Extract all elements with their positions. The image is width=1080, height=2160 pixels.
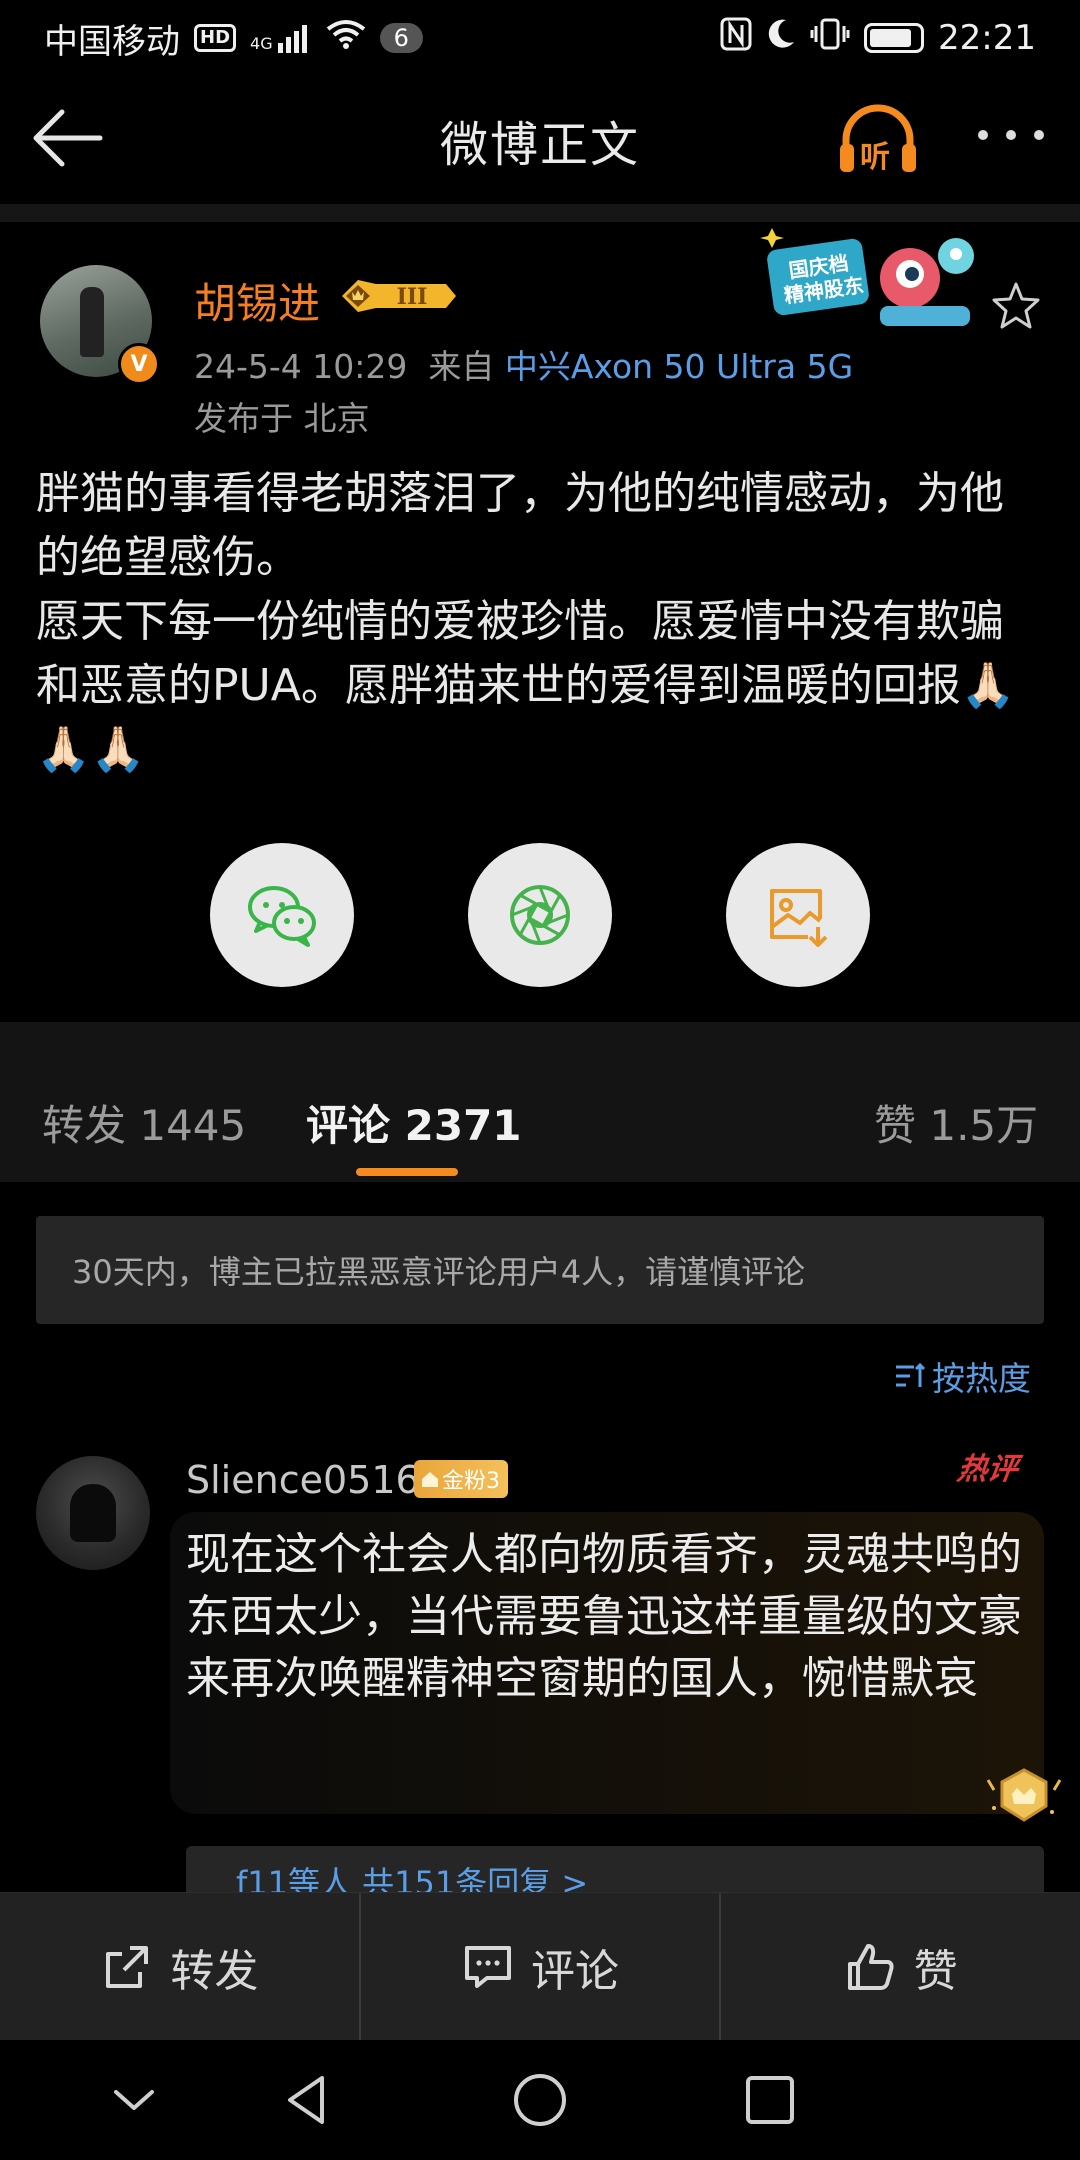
gold-crown-badge-icon [986,1768,1062,1822]
house-icon [422,1472,438,1487]
listen-label: 听 [860,140,890,175]
tab-likes[interactable]: 赞 1.5万 [874,1092,1038,1153]
dot-icon [978,130,988,140]
divider [0,204,1080,222]
interaction-tabs: 转发 1445 评论 2371 赞 1.5万 [0,1044,1080,1182]
fan-level-badge[interactable]: 金粉3 [414,1460,508,1498]
battery-icon [864,23,925,53]
dot-icon [1034,130,1044,140]
listen-button[interactable]: 听 [838,102,918,178]
divider [0,1022,1080,1044]
post-content: 胖猫的事看得老胡落泪了，为他的纯情感动，为他的绝望感伤。 愿天下每一份纯情的爱被… [36,462,1046,782]
fan-badge-label: 金粉3 [442,1469,500,1494]
collapse-chevron-icon[interactable] [104,2070,164,2130]
comment-text[interactable]: 现在这个社会人都向物质看齐，灵魂共鸣的东西太少，当代需要鲁迅这样重量级的文豪来再… [186,1524,1026,1710]
thumbs-up-icon [847,1943,894,1990]
battery-fill [870,29,911,47]
device-link[interactable]: 中兴Axon 50 Ultra 5G [505,347,853,386]
author-name[interactable]: 胡锡进 [194,270,320,331]
repost-button[interactable]: 转发 [0,1893,361,2040]
active-tab-indicator [356,1168,458,1176]
comment-icon [465,1945,511,1988]
vibrate-icon [810,17,850,60]
from-prefix: 来自 [428,347,495,386]
carrier-label: 中国移动 [44,21,180,62]
recents-square-icon[interactable] [740,2070,800,2130]
notification-count-badge: 6 [379,23,423,53]
save-image-button[interactable] [726,843,870,987]
comment-button[interactable]: 评论 [361,1893,722,2040]
sort-icon [896,1362,926,1387]
blocked-users-notice: 30天内，博主已拉黑恶意评论用户4人，请谨慎评论 [36,1216,1044,1324]
wechat-icon [248,886,316,947]
wifi-icon [326,18,366,59]
tab-reposts[interactable]: 转发 1445 [42,1092,246,1153]
member-level-badge[interactable]: III [338,276,458,316]
dot-icon [1006,130,1016,140]
moments-icon [510,885,570,945]
nfc-icon [720,17,752,60]
bottom-action-bar: 转发 评论 赞 [0,1892,1080,2040]
clock: 22:21 [938,18,1036,58]
hd-badge: HD [194,24,237,52]
like-label: 赞 [913,1945,958,1997]
tab-comments[interactable]: 评论 2371 [306,1092,522,1153]
sort-label: 按热度 [932,1359,1031,1398]
commenter-avatar[interactable] [36,1456,150,1570]
share-moments-button[interactable] [468,843,612,987]
post-paragraph: 愿天下每一份纯情的爱被珍惜。愿爱情中没有欺骗和恶意的PUA。愿胖猫来世的爱得到温… [36,596,1016,775]
status-bar: 中国移动 HD 4G 6 22:21 [0,0,1080,76]
repost-icon [106,1945,149,1988]
moon-icon [766,18,796,59]
like-button[interactable]: 赞 [721,1893,1080,2040]
post-paragraph: 胖猫的事看得老胡落泪了，为他的纯情感动，为他的绝望感伤。 [36,468,1004,583]
festival-sticker-decoration: 国庆档 精神股东 [760,228,974,326]
signal-icon: 4G [250,23,312,53]
post-location: 发布于 北京 [194,399,370,438]
post-meta: 24-5-4 10:29 来自 中兴Axon 50 Ultra 5G [194,340,853,388]
repost-label: 转发 [170,1945,259,1997]
share-wechat-button[interactable] [210,843,354,987]
commenter-name[interactable]: Slience0516 [186,1458,420,1502]
sort-by-popularity-button[interactable]: 按热度 [894,1352,1031,1400]
save-image-icon [770,889,828,947]
back-arrow-icon[interactable] [28,106,104,170]
level-badge-text: III [397,284,428,310]
home-circle-icon[interactable] [510,2070,570,2130]
back-triangle-icon[interactable] [278,2070,338,2130]
favorite-star-icon[interactable] [990,280,1042,332]
page-title: 微博正文 [439,117,640,173]
verified-badge-icon: V [118,343,160,385]
reply-preview-text: f11等人 共151条回复 > [236,1864,589,1892]
top-navigation-bar: 微博正文 听 [0,76,1080,204]
more-options-button[interactable] [978,130,1044,140]
system-navigation-bar [0,2040,1080,2160]
post-date: 24-5-4 10:29 [194,347,408,386]
reply-thread-preview[interactable]: f11等人 共151条回复 > [186,1846,1044,1892]
hot-comment-tag: 热评 [955,1452,1020,1487]
comment-label: 评论 [531,1945,619,1997]
network-type: 4G [250,34,273,53]
